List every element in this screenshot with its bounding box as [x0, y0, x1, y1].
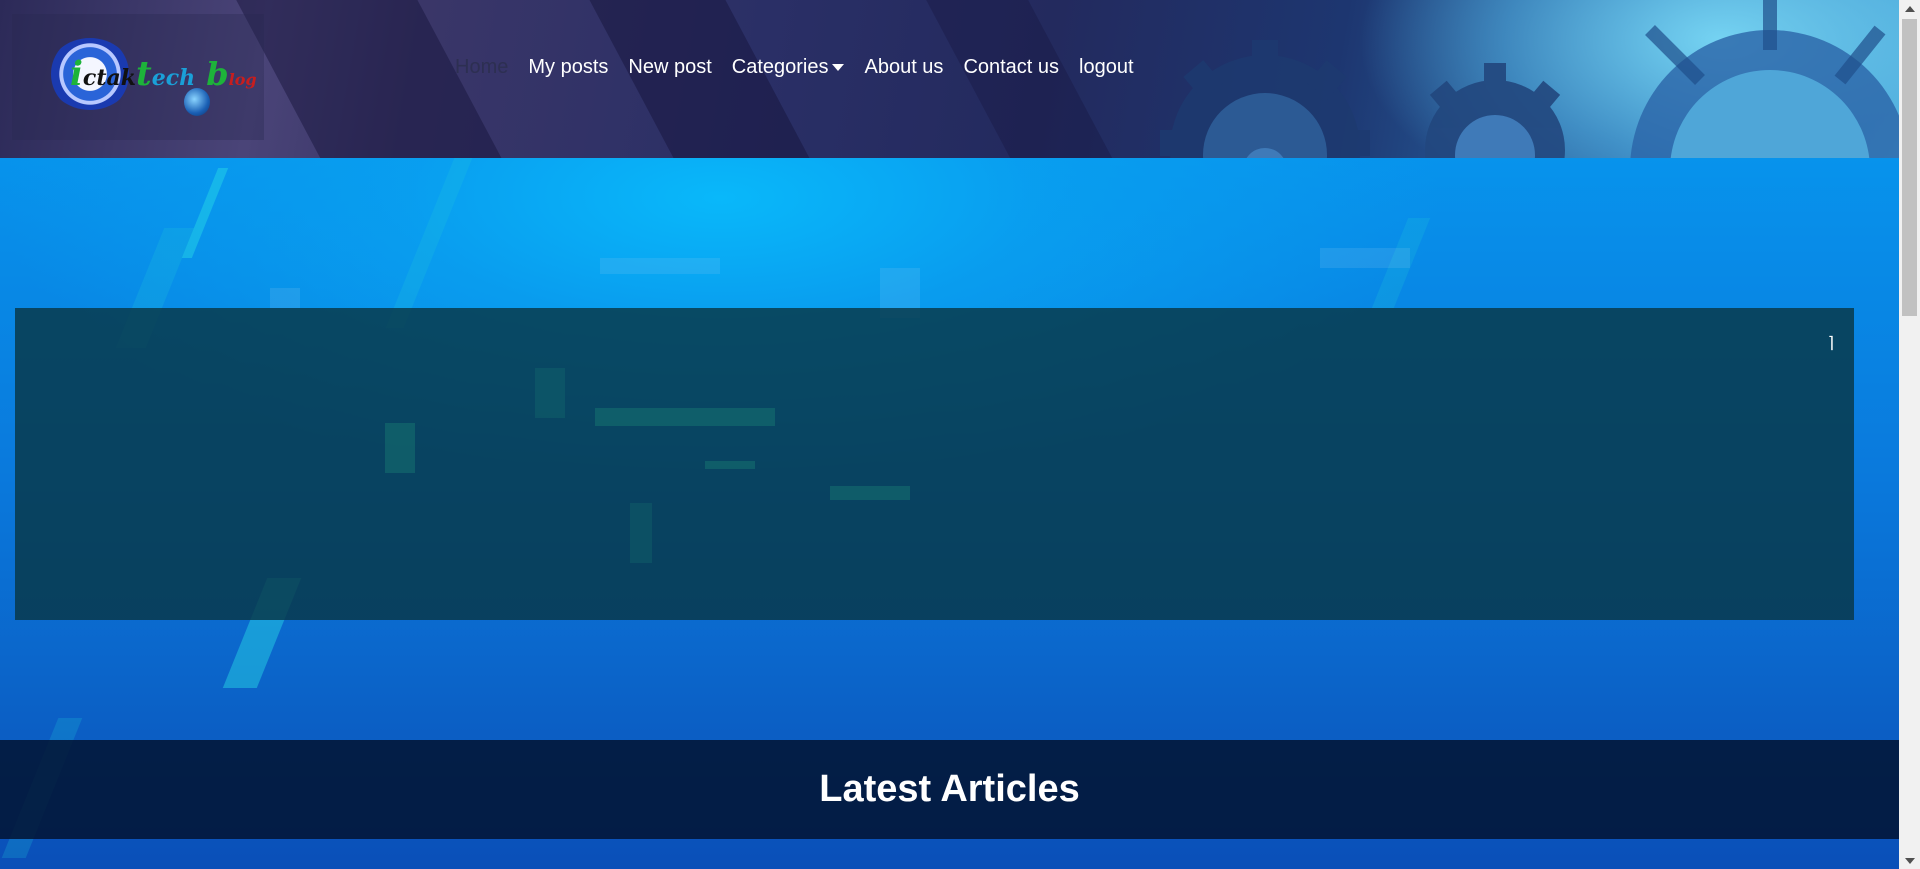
bg-block — [270, 288, 300, 308]
header-bg-band — [571, 0, 829, 158]
scroll-up-glyph — [1904, 5, 1915, 12]
nav-contact-us[interactable]: Contact us — [963, 56, 1059, 79]
section-title: Latest Articles — [819, 768, 1080, 810]
scroll-thumb[interactable] — [1902, 19, 1917, 316]
logo-text-part: ctak — [82, 65, 136, 91]
logo-mark-icon — [184, 88, 210, 116]
site-header: ictaktech blog Home My posts New post Ca… — [0, 0, 1899, 158]
panel-glow — [705, 461, 755, 469]
nav-my-posts[interactable]: My posts — [528, 56, 608, 79]
logo-text-part: t — [135, 54, 152, 94]
panel-glow — [630, 503, 652, 563]
latest-articles-bar: Latest Articles — [0, 740, 1899, 839]
banner-panel: ⌉ — [15, 308, 1854, 620]
page-scrollbar[interactable] — [1899, 0, 1920, 869]
logo-text-part: ech — [151, 65, 196, 91]
gear-icon — [1160, 40, 1370, 158]
bg-block — [600, 258, 720, 274]
logo-text-part: b — [195, 55, 229, 93]
bg-streak — [385, 158, 473, 328]
logo-text: ictaktech blog — [70, 54, 257, 94]
scroll-up-arrow-icon[interactable] — [1899, 0, 1920, 17]
panel-glow — [830, 486, 910, 500]
caret-down-icon — [832, 64, 845, 72]
scroll-down-glyph — [1904, 857, 1915, 864]
bg-block — [1320, 248, 1410, 268]
panel-glow — [385, 423, 415, 473]
gear-icon — [1630, 0, 1899, 158]
panel-glow — [535, 368, 565, 418]
logo-text-part: log — [228, 70, 257, 89]
nav-logout[interactable]: logout — [1079, 56, 1134, 79]
nav-categories-label: Categories — [731, 56, 829, 78]
nav-new-post[interactable]: New post — [628, 56, 711, 79]
site-logo[interactable]: ictaktech blog — [48, 38, 257, 122]
header-bg-band — [924, 0, 1126, 158]
scroll-down-arrow-icon[interactable] — [1899, 852, 1920, 869]
nav-home[interactable]: Home — [455, 56, 508, 79]
nav-about-us[interactable]: About us — [864, 56, 943, 79]
gear-icon — [1425, 63, 1565, 158]
banner-corner-icon: ⌉ — [1827, 333, 1834, 352]
bg-streak — [181, 168, 229, 258]
main-nav: Home My posts New post Categories About … — [455, 56, 1154, 79]
hero-section: ⌉ Latest Articles — [0, 158, 1899, 869]
logo-text-part: i — [70, 54, 83, 94]
panel-glow — [595, 408, 775, 426]
header-bg-band — [234, 0, 526, 158]
nav-categories-dropdown[interactable]: Categories — [732, 56, 845, 79]
